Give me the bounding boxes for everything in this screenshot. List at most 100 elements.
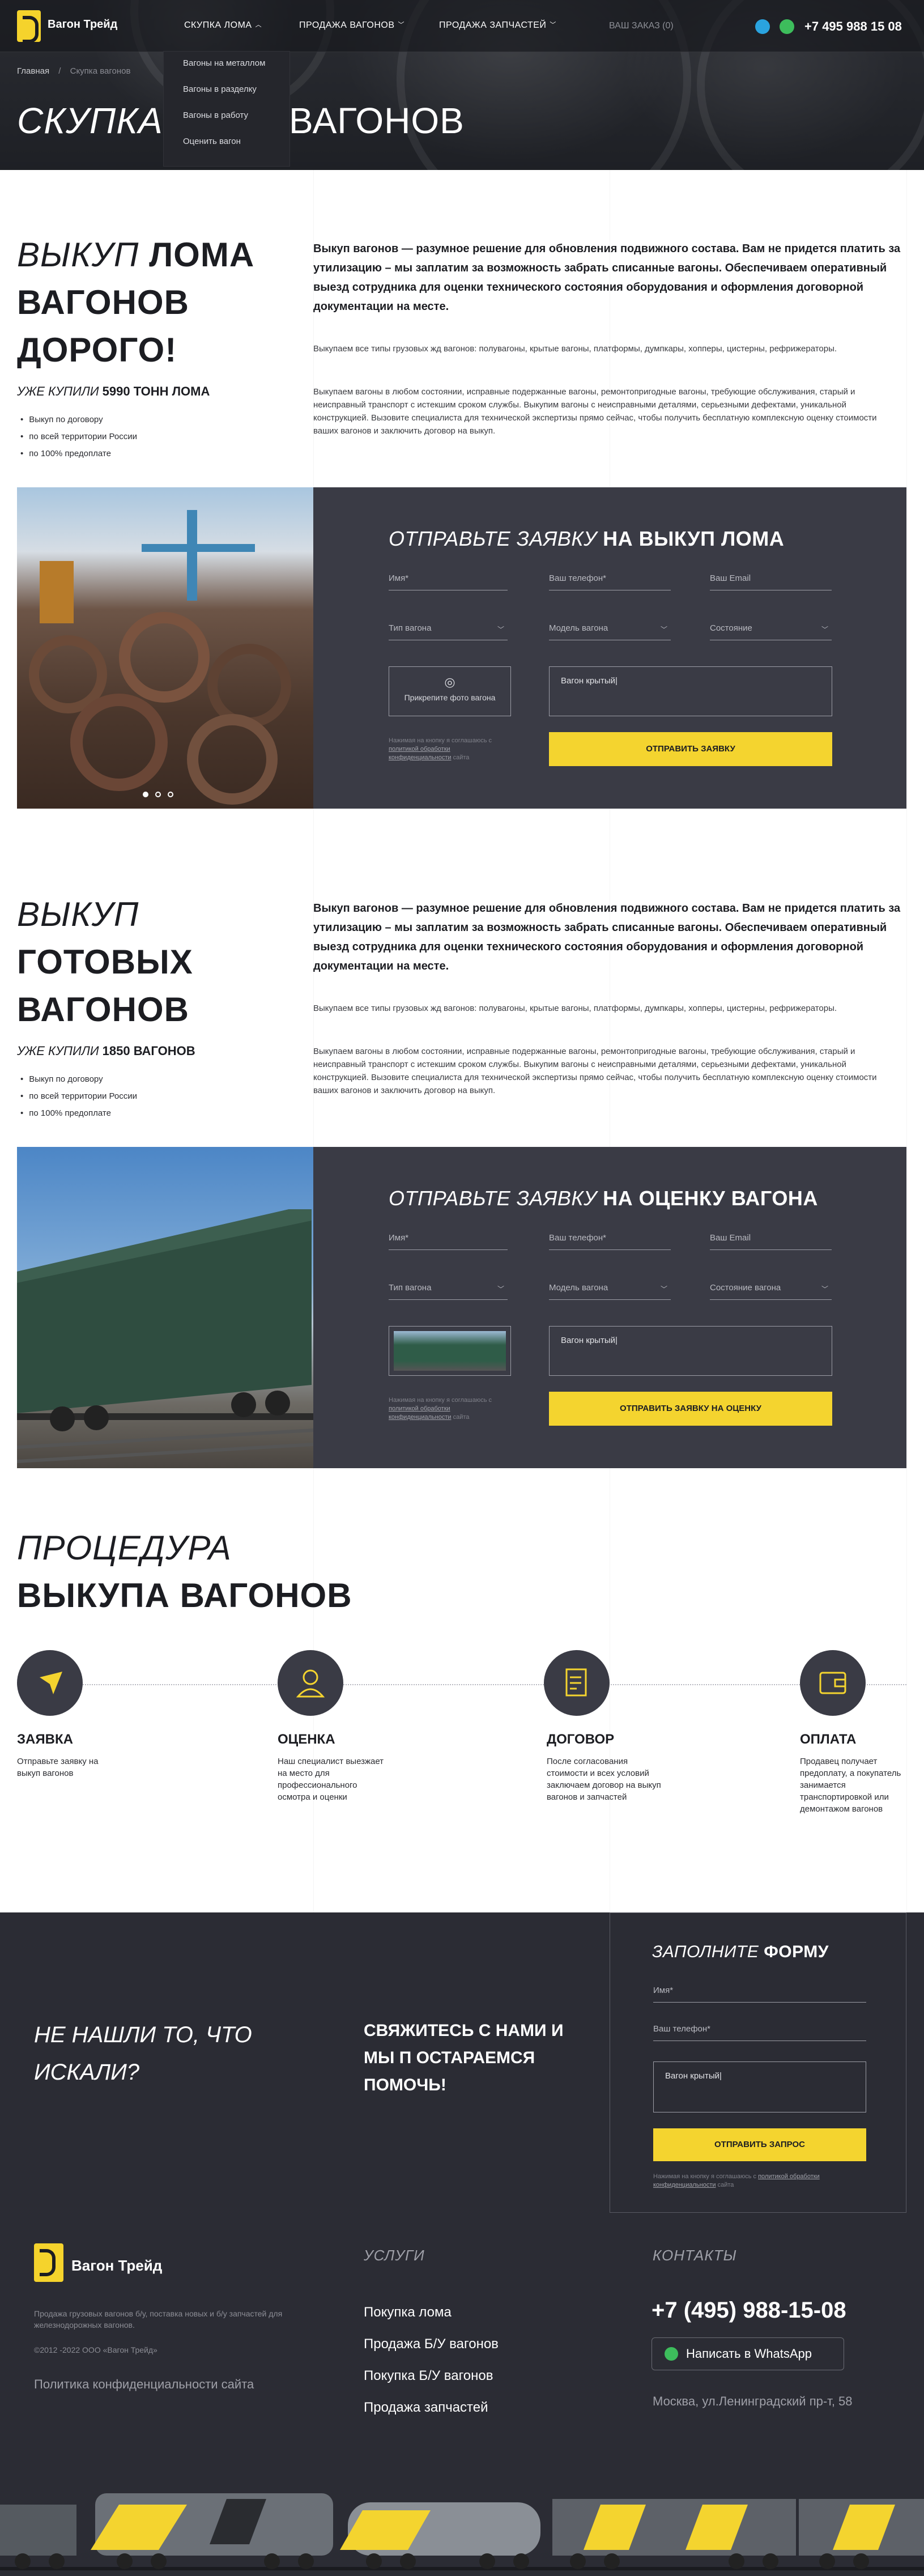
logo-text[interactable]: Вагон Трейд (48, 18, 117, 31)
chevron-down-icon: ﹀ (821, 1285, 828, 1293)
breadcrumb-current: Скупка вагонов (70, 66, 131, 76)
hero-banner: Вагон Трейд СКУПКА ЛОМА ︿ ПРОДАЖА ВАГОНОВ… (0, 0, 924, 170)
header-phone[interactable]: +7 495 988 15 08 (804, 19, 902, 34)
step-circle (17, 1650, 83, 1716)
chevron-down-icon: ﹀ (550, 22, 556, 28)
breadcrumb-home[interactable]: Главная (17, 66, 49, 76)
nav-item-scrap[interactable]: СКУПКА ЛОМА ︿ (184, 20, 262, 31)
whatsapp-icon (665, 2347, 678, 2361)
services-title: УСЛУГИ (364, 2247, 425, 2264)
dropdown-item[interactable]: Вагоны на металлом (183, 58, 265, 68)
form-title: ЗАПОЛНИТЕ ФОРМУ (652, 1942, 829, 1961)
privacy-policy-link[interactable]: Политика конфиденциальности сайта (34, 2377, 254, 2392)
upload-photo-button[interactable]: ◎ Прикрепите фото вагона (389, 666, 511, 716)
step-title: ДОГОВОР (547, 1732, 615, 1747)
dropdown-item[interactable]: Вагоны в разделку (183, 84, 257, 94)
section2-paragraph: Выкупаем все типы грузовых жд вагонов: п… (313, 1004, 837, 1013)
section1-heading: ВЫКУП ЛОМА ВАГОНОВ ДОРОГО! (17, 236, 255, 369)
procedure-heading: ПРОЦЕДУРА ВЫКУПА ВАГОНОВ (17, 1529, 352, 1614)
scrap-photo (17, 487, 313, 809)
top-navigation-bar: Вагон Трейд СКУПКА ЛОМА ︿ ПРОДАЖА ВАГОНОВ… (0, 0, 924, 52)
logo-icon[interactable] (17, 10, 41, 43)
footer-logo-icon[interactable] (34, 2243, 63, 2282)
nav-item-wagons-sale[interactable]: ПРОДАЖА ВАГОНОВ ﹀ (299, 20, 404, 31)
scrap-dropdown-menu: Вагоны на металлом Вагоны в разделку Ваг… (163, 51, 290, 167)
email-field[interactable]: Ваш Email (710, 1233, 832, 1250)
comment-textarea[interactable]: Вагон крытый| (549, 1326, 832, 1376)
footer-logo-text[interactable]: Вагон Трейд (71, 2257, 162, 2275)
nav-item-parts-sale[interactable]: ПРОДАЖА ЗАПЧАСТЕЙ ﹀ (439, 20, 556, 31)
chevron-down-icon: ﹀ (398, 22, 405, 28)
bullet-item: Выкуп по договору (20, 415, 103, 424)
footer-service-link[interactable]: Покупка лома (364, 2305, 452, 2320)
submit-request-button[interactable]: ОТПРАВИТЬ ЗАЯВКУ (549, 732, 832, 766)
train-illustration (0, 2471, 924, 2576)
procedure-timeline (17, 1684, 906, 1685)
bullet-item: по 100% предоплате (20, 1108, 111, 1118)
footer-copyright: ©2012 -2022 ООО «Вагон Трейд» (34, 2345, 157, 2354)
submit-evaluation-button[interactable]: ОТПРАВИТЬ ЗАЯВКУ НА ОЦЕНКУ (549, 1392, 832, 1426)
chevron-down-icon: ﹀ (821, 626, 828, 634)
email-field[interactable]: Ваш Email (710, 573, 832, 590)
condition-select[interactable]: Состояние вагона ﹀ (710, 1283, 832, 1300)
dropdown-item[interactable]: Оценить вагон (183, 137, 241, 146)
contact-form: ЗАПОЛНИТЕ ФОРМУ Имя* Ваш телефон* Вагон … (610, 1912, 906, 2213)
step-title: ОЦЕНКА (278, 1732, 335, 1747)
not-found-text: НЕ НАШЛИ ТО, ЧТО ИСКАЛИ? (34, 2022, 252, 2085)
chevron-up-icon: ︿ (255, 22, 262, 28)
submit-inquiry-button[interactable]: ОТПРАВИТЬ ЗАПРОС (653, 2128, 866, 2161)
wagon-type-select[interactable]: Тип вагона ﹀ (389, 623, 508, 640)
footer-service-link[interactable]: Покупка Б/У вагонов (364, 2368, 493, 2384)
section1-lead: Выкуп вагонов — разумное решение для обн… (313, 243, 901, 313)
name-field[interactable]: Имя* (389, 1233, 508, 1250)
privacy-link[interactable]: политикой обработки конфиденциальности (389, 746, 452, 761)
privacy-link[interactable]: политикой обработки конфиденциальности (389, 1405, 452, 1421)
wagon-model-select[interactable]: Модель вагона ﹀ (549, 1283, 671, 1300)
bullet-item: по всей территории России (20, 1091, 137, 1101)
camera-icon: ◎ (444, 675, 455, 689)
form-scrap-request: ОТПРАВЬТЕ ЗАЯВКУ НА ВЫКУП ЛОМА Имя* Ваш … (313, 487, 906, 809)
comment-textarea[interactable]: Вагон крытый| (549, 666, 832, 716)
bullet-item: по 100% предоплате (20, 449, 111, 458)
bullet-item: по всей территории России (20, 432, 137, 441)
consent-text: Нажимая на кнопку я соглашаюсь с политик… (389, 1397, 492, 1421)
whatsapp-button[interactable]: Написать в WhatsApp (652, 2337, 844, 2370)
phone-field[interactable]: Ваш телефон* (653, 2024, 866, 2041)
name-field[interactable]: Имя* (653, 1986, 866, 2003)
wagon-type-select[interactable]: Тип вагона ﹀ (389, 1283, 508, 1300)
phone-field[interactable]: Ваш телефон* (549, 573, 671, 590)
bullet-item: Выкуп по договору (20, 1074, 103, 1084)
footer-service-link[interactable]: Продажа Б/У вагонов (364, 2336, 499, 2352)
cart-link[interactable]: ВАШ ЗАКАЗ (0) (609, 21, 674, 31)
name-field[interactable]: Имя* (389, 573, 508, 590)
form-title: ОТПРАВЬТЕ ЗАЯВКУ НА ВЫКУП ЛОМА (389, 527, 785, 550)
wagon-model-select[interactable]: Модель вагона ﹀ (549, 623, 671, 640)
wallet-icon (819, 1672, 846, 1694)
step-title: ОПЛАТА (800, 1732, 857, 1747)
whatsapp-icon[interactable] (780, 19, 794, 34)
consent-text: Нажимая на кнопку я соглашаюсь с политик… (389, 737, 492, 761)
section2-paragraph: Выкупаем вагоны в любом состоянии, испра… (313, 1047, 877, 1095)
uploaded-photo-thumbnail[interactable] (389, 1326, 511, 1376)
step-circle (544, 1650, 610, 1716)
section1-paragraph: Выкупаем все типы грузовых жд вагонов: п… (313, 344, 837, 354)
comment-textarea[interactable]: Вагон крытый| (653, 2061, 866, 2112)
condition-select[interactable]: Состояние ﹀ (710, 623, 832, 640)
section2-lead: Выкуп вагонов — разумное решение для обн… (313, 902, 901, 972)
footer-address: Москва, ул.Ленинградский пр-т, 58 (653, 2394, 853, 2408)
footer-phone[interactable]: +7 (495) 988-15-08 (652, 2298, 846, 2323)
phone-field[interactable]: Ваш телефон* (549, 1233, 671, 1250)
footer-service-link[interactable]: Продажа запчастей (364, 2400, 488, 2416)
chevron-down-icon: ﹀ (497, 626, 504, 634)
step-text: Отправьте заявку на выкуп вагонов (17, 1757, 99, 1778)
contact-us-text: СВЯЖИТЕСЬ С НАМИ И МЫ П ОСТАРАЕМСЯ ПОМОЧ… (364, 2021, 564, 2094)
section2-heading: ВЫКУП ГОТОВЫХ ВАГОНОВ (17, 895, 193, 1028)
wagon-photo (17, 1147, 313, 1468)
telegram-icon[interactable] (755, 19, 770, 34)
contract-icon (565, 1668, 587, 1697)
page-title-right: ВАГОНОВ (289, 100, 465, 141)
specialist-icon (296, 1669, 325, 1698)
slider-dots[interactable] (143, 790, 180, 800)
dropdown-item[interactable]: Вагоны в работу (183, 110, 248, 120)
send-icon (40, 1672, 62, 1694)
